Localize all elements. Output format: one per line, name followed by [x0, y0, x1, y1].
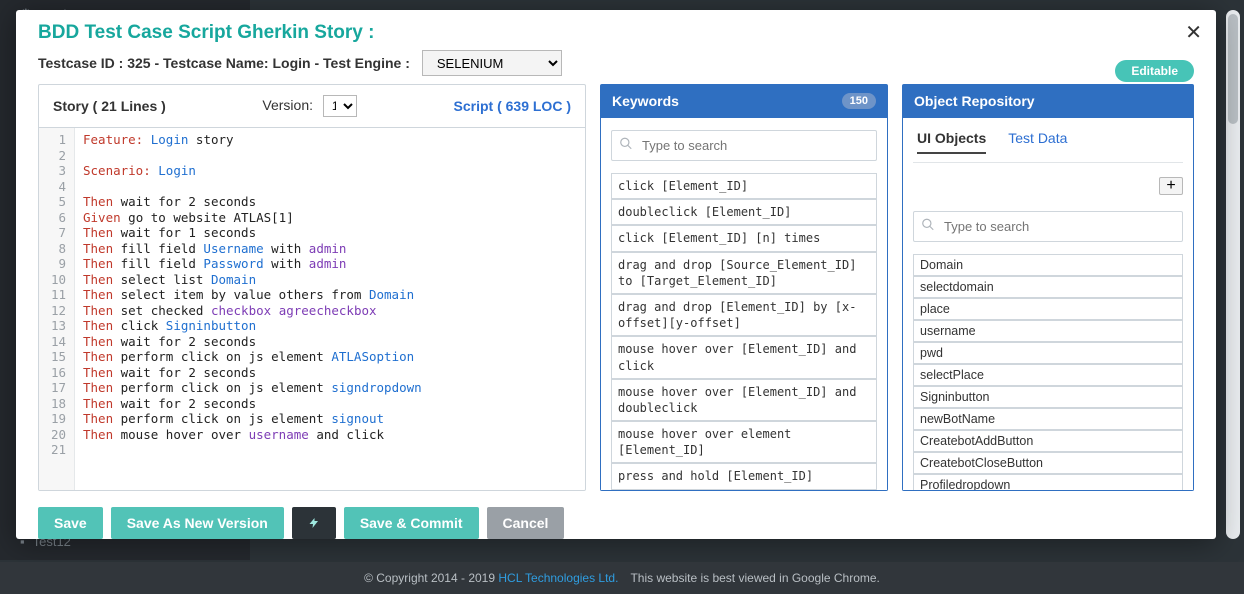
modal-footer-buttons: Save Save As New Version Save & Commit C… [16, 501, 1216, 539]
keyword-item[interactable]: drag and drop [Source_Element_ID] to [Ta… [611, 252, 877, 294]
editable-badge[interactable]: Editable [1115, 60, 1194, 82]
script-loc-link[interactable]: Script ( 639 LOC ) [454, 98, 571, 114]
add-object-button[interactable]: + [1159, 177, 1183, 195]
keywords-panel: Keywords 150 click [Element_ID]doublecli… [600, 84, 888, 491]
keyword-item[interactable]: mouse hover over [Element_ID] and double… [611, 379, 877, 421]
keyword-item[interactable]: click [Element_ID] [n] times [611, 225, 877, 251]
gherkin-modal: ✕ BDD Test Case Script Gherkin Story : T… [16, 10, 1216, 539]
page-scrollbar[interactable] [1226, 10, 1240, 539]
keywords-count-badge: 150 [842, 93, 876, 109]
ui-object-item[interactable]: Profiledropdown [913, 474, 1183, 491]
keyword-item[interactable]: mouse hover over element [Element_ID] [611, 421, 877, 463]
page-footer: © Copyright 2014 - 2019 HCL Technologies… [0, 562, 1244, 594]
ui-object-item[interactable]: Domain [913, 254, 1183, 276]
keyword-item[interactable]: release hold [Element_ID] [611, 490, 877, 491]
test-engine-select[interactable]: SELENIUM [422, 50, 562, 76]
save-as-new-version-button[interactable]: Save As New Version [111, 507, 284, 539]
version-select[interactable]: 1 [323, 95, 357, 117]
ui-object-item[interactable]: CreatebotCloseButton [913, 452, 1183, 474]
code-content[interactable]: Feature: Login story Scenario: Login The… [75, 128, 430, 490]
ui-object-item[interactable]: pwd [913, 342, 1183, 364]
modal-subtitle-row: Testcase ID : 325 - Testcase Name: Login… [38, 50, 1194, 76]
code-editor[interactable]: 123456789101112131415161718192021 Featur… [39, 128, 585, 490]
keyword-item[interactable]: doubleclick [Element_ID] [611, 199, 877, 225]
version-label: Version: [262, 97, 313, 113]
repo-search-input[interactable] [913, 211, 1183, 242]
keywords-search-input[interactable] [611, 130, 877, 161]
ui-object-item[interactable]: newBotName [913, 408, 1183, 430]
ui-object-item[interactable]: selectPlace [913, 364, 1183, 386]
ui-object-item[interactable]: username [913, 320, 1183, 342]
tab-test-data[interactable]: Test Data [1008, 130, 1067, 154]
footer-copyright: © Copyright 2014 - 2019 [364, 571, 495, 585]
ui-object-item[interactable]: Signinbutton [913, 386, 1183, 408]
object-repo-panel: Object Repository UI Objects Test Data +… [902, 84, 1194, 491]
line-gutter: 123456789101112131415161718192021 [39, 128, 75, 490]
save-commit-button[interactable]: Save & Commit [344, 507, 479, 539]
keyword-item[interactable]: click [Element_ID] [611, 173, 877, 199]
ui-object-item[interactable]: CreatebotAddButton [913, 430, 1183, 452]
story-lines-label: Story ( 21 Lines ) [53, 98, 166, 114]
save-button[interactable]: Save [38, 507, 103, 539]
testcase-id-name: Testcase ID : 325 - Testcase Name: Login… [38, 55, 410, 71]
keyword-item[interactable]: press and hold [Element_ID] [611, 463, 877, 489]
footer-note: This website is best viewed in Google Ch… [630, 571, 879, 585]
story-editor-panel: Story ( 21 Lines ) Version: 1 Script ( 6… [38, 84, 586, 491]
quick-action-button[interactable] [292, 507, 336, 539]
cancel-button[interactable]: Cancel [487, 507, 565, 539]
scrollbar-thumb[interactable] [1228, 14, 1238, 124]
search-icon [921, 217, 935, 236]
ui-object-item[interactable]: place [913, 298, 1183, 320]
footer-company-link[interactable]: HCL Technologies Ltd. [498, 571, 618, 585]
close-icon[interactable]: ✕ [1185, 20, 1202, 45]
keyword-item[interactable]: drag and drop [Element_ID] by [x-offset]… [611, 294, 877, 336]
version-wrap: Version: 1 [262, 95, 356, 117]
modal-header: BDD Test Case Script Gherkin Story : Tes… [16, 10, 1216, 84]
ui-object-item[interactable]: selectdomain [913, 276, 1183, 298]
keyword-item[interactable]: mouse hover over [Element_ID] and click [611, 336, 877, 378]
lightning-icon [308, 515, 320, 531]
object-repo-title: Object Repository [914, 93, 1035, 109]
modal-title: BDD Test Case Script Gherkin Story : [38, 22, 1194, 44]
keywords-title: Keywords [612, 93, 679, 109]
tab-ui-objects[interactable]: UI Objects [917, 130, 986, 154]
search-icon [619, 136, 633, 155]
